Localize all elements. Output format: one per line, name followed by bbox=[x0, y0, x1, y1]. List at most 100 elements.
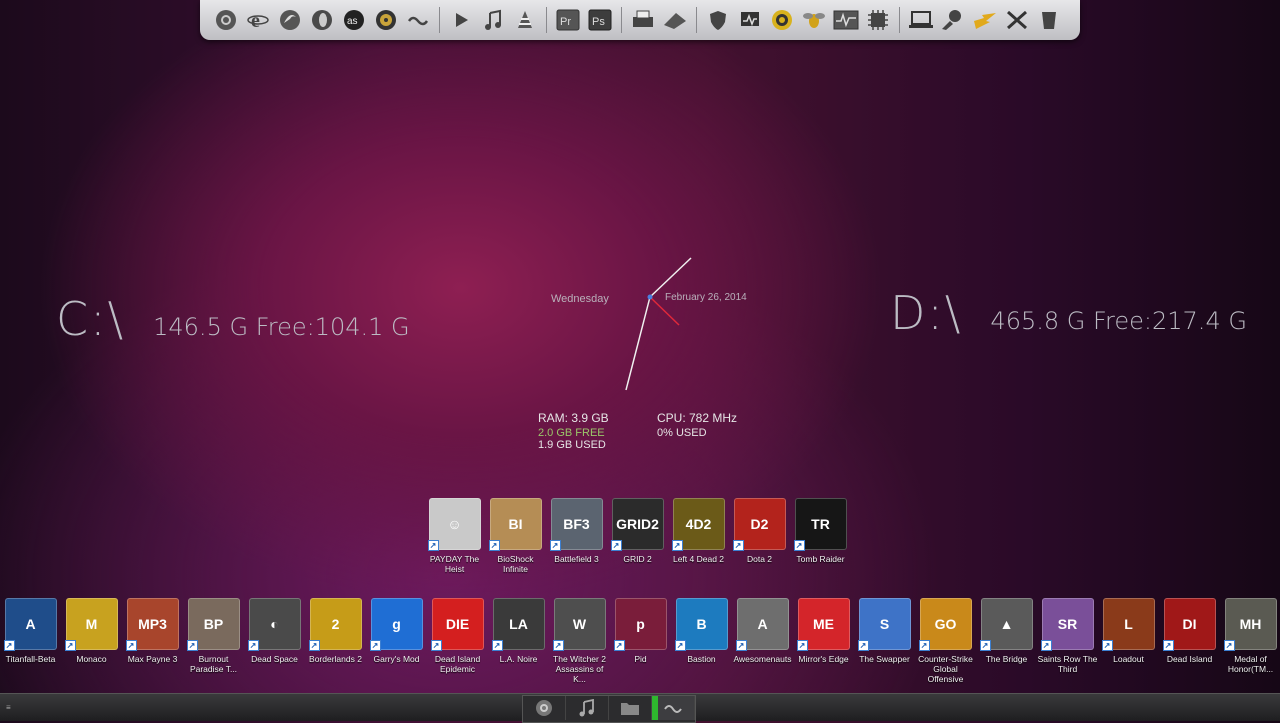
ie-icon[interactable]: e bbox=[245, 7, 271, 33]
trash-icon[interactable] bbox=[1036, 7, 1062, 33]
laptop-icon[interactable] bbox=[908, 7, 934, 33]
shortcut-arrow-icon: ↗ bbox=[796, 640, 808, 651]
taskbar-link-icon[interactable] bbox=[652, 696, 695, 720]
taskbar-buttons bbox=[522, 695, 696, 723]
music-icon[interactable] bbox=[480, 7, 506, 33]
shortcut-arrow-icon: ↗ bbox=[1223, 640, 1235, 651]
game-shortcut[interactable]: GRID2 ↗ GRID 2 bbox=[607, 498, 668, 574]
game-shortcut[interactable]: D2 ↗ Dota 2 bbox=[729, 498, 790, 574]
bee-icon[interactable] bbox=[801, 7, 827, 33]
dock-separator bbox=[696, 7, 697, 33]
premiere-icon[interactable]: Pr bbox=[555, 7, 581, 33]
game-shortcut[interactable]: MH ↗ Medal of Honor(TM... bbox=[1220, 598, 1280, 684]
taskbar: ≡ bbox=[0, 693, 1280, 723]
taskbar-chrome-icon[interactable] bbox=[523, 696, 566, 720]
vlc-icon[interactable] bbox=[512, 7, 538, 33]
game-icon-glyph: M bbox=[85, 616, 98, 632]
game-icon-glyph: BI bbox=[508, 516, 523, 532]
shortcut-arrow-icon: ↗ bbox=[64, 640, 76, 651]
cd-icon[interactable] bbox=[373, 7, 399, 33]
link-icon[interactable] bbox=[405, 7, 431, 33]
drive-c-widget: C:\ 146.5 G Free:104.1 G bbox=[56, 292, 410, 346]
game-shortcut[interactable]: DI ↗ Dead Island bbox=[1159, 598, 1220, 684]
shortcut-arrow-icon: ↗ bbox=[793, 540, 805, 551]
shortcut-arrow-icon: ↗ bbox=[247, 640, 259, 651]
photoshop-icon[interactable]: Ps bbox=[587, 7, 613, 33]
game-icon: BF3 ↗ bbox=[549, 498, 603, 551]
chrome-icon[interactable] bbox=[213, 7, 239, 33]
opera-icon[interactable] bbox=[309, 7, 335, 33]
shortcut-arrow-icon: ↗ bbox=[735, 640, 747, 651]
shortcut-arrow-icon: ↗ bbox=[3, 640, 15, 651]
game-shortcut[interactable]: W ↗ The Witcher 2 Assassins of K... bbox=[549, 598, 610, 684]
game-label: L.A. Noire bbox=[499, 654, 538, 664]
game-label: Counter-Strike Global Offensive bbox=[918, 654, 973, 684]
game-icon-glyph: BF3 bbox=[563, 516, 590, 532]
svg-text:Ps: Ps bbox=[592, 16, 605, 28]
play-icon[interactable] bbox=[448, 7, 474, 33]
printer-icon[interactable] bbox=[630, 7, 656, 33]
dock-separator bbox=[899, 7, 900, 33]
game-shortcut[interactable]: 4D2 ↗ Left 4 Dead 2 bbox=[668, 498, 729, 574]
clock-day: Wednesday bbox=[551, 293, 609, 305]
game-icon-glyph: BP bbox=[203, 616, 224, 632]
game-label: Loadout bbox=[1113, 654, 1144, 664]
lastfm-icon[interactable]: as bbox=[341, 7, 367, 33]
norton-icon[interactable] bbox=[769, 7, 795, 33]
game-icon: ◐ ↗ bbox=[247, 598, 301, 651]
game-shortcut[interactable]: TR ↗ Tomb Raider bbox=[790, 498, 851, 574]
user-icon[interactable] bbox=[940, 7, 966, 33]
game-shortcut[interactable]: A ↗ Awesomenauts bbox=[732, 598, 793, 684]
graph-icon[interactable] bbox=[833, 7, 859, 33]
game-icon: W ↗ bbox=[552, 598, 606, 651]
game-shortcut[interactable]: DIE ↗ Dead Island Epidemic bbox=[427, 598, 488, 684]
shield-icon[interactable] bbox=[705, 7, 731, 33]
game-shortcut[interactable]: g ↗ Garry's Mod bbox=[366, 598, 427, 684]
game-icon: ☺ ↗ bbox=[427, 498, 481, 551]
game-label: BioShock Infinite bbox=[497, 554, 534, 574]
game-shortcut[interactable]: GO ↗ Counter-Strike Global Offensive bbox=[915, 598, 976, 684]
taskbar-music-icon[interactable] bbox=[566, 696, 609, 720]
lightning-icon[interactable] bbox=[972, 7, 998, 33]
shortcut-arrow-icon: ↗ bbox=[918, 640, 930, 651]
game-shortcut[interactable]: BI ↗ BioShock Infinite bbox=[485, 498, 546, 574]
game-icon: A ↗ bbox=[3, 598, 57, 651]
game-shortcut[interactable]: S ↗ The Swapper bbox=[854, 598, 915, 684]
chip-icon[interactable] bbox=[865, 7, 891, 33]
drive-c-letter: C:\ bbox=[56, 292, 126, 346]
game-shortcut[interactable]: p ↗ Pid bbox=[610, 598, 671, 684]
game-icon-glyph: DI bbox=[1182, 616, 1197, 632]
cpu-widget: CPU: 782 MHz 0% USED bbox=[657, 412, 737, 439]
game-shortcut[interactable]: LA ↗ L.A. Noire bbox=[488, 598, 549, 684]
game-shortcut[interactable]: ▲ ↗ The Bridge bbox=[976, 598, 1037, 684]
game-shortcut[interactable]: 2 ↗ Borderlands 2 bbox=[305, 598, 366, 684]
game-shortcut[interactable]: M ↗ Monaco bbox=[61, 598, 122, 684]
game-shortcut[interactable]: SR ↗ Saints Row The Third bbox=[1037, 598, 1098, 684]
game-icon: GO ↗ bbox=[918, 598, 972, 651]
start-button[interactable]: ≡ bbox=[6, 703, 11, 712]
scanner-icon[interactable] bbox=[662, 7, 688, 33]
game-shortcut[interactable]: BF3 ↗ Battlefield 3 bbox=[546, 498, 607, 574]
ram-total: RAM: 3.9 GB bbox=[538, 411, 609, 425]
game-shortcut[interactable]: ☺ ↗ PAYDAY The Heist bbox=[424, 498, 485, 574]
game-shortcut[interactable]: MP3 ↗ Max Payne 3 bbox=[122, 598, 183, 684]
shortcut-arrow-icon: ↗ bbox=[1162, 640, 1174, 651]
taskbar-folder-icon[interactable] bbox=[609, 696, 652, 720]
firefox-icon[interactable] bbox=[277, 7, 303, 33]
game-shortcut[interactable]: A ↗ Titanfall-Beta bbox=[0, 598, 61, 684]
game-icon: DIE ↗ bbox=[430, 598, 484, 651]
game-shortcut[interactable]: ◐ ↗ Dead Space bbox=[244, 598, 305, 684]
shortcut-arrow-icon: ↗ bbox=[308, 640, 320, 651]
game-icon-glyph: 2 bbox=[331, 616, 340, 632]
game-icon: MP3 ↗ bbox=[125, 598, 179, 651]
game-shortcut[interactable]: BP ↗ Burnout Paradise T... bbox=[183, 598, 244, 684]
game-shortcut[interactable]: ME ↗ Mirror's Edge bbox=[793, 598, 854, 684]
tools-icon[interactable] bbox=[1004, 7, 1030, 33]
game-icon-glyph: MP3 bbox=[138, 616, 167, 632]
monitor-icon[interactable] bbox=[737, 7, 763, 33]
game-icon: BP ↗ bbox=[186, 598, 240, 651]
svg-text:e: e bbox=[251, 10, 260, 31]
game-shortcut[interactable]: L ↗ Loadout bbox=[1098, 598, 1159, 684]
game-icon: BI ↗ bbox=[488, 498, 542, 551]
game-shortcut[interactable]: B ↗ Bastion bbox=[671, 598, 732, 684]
